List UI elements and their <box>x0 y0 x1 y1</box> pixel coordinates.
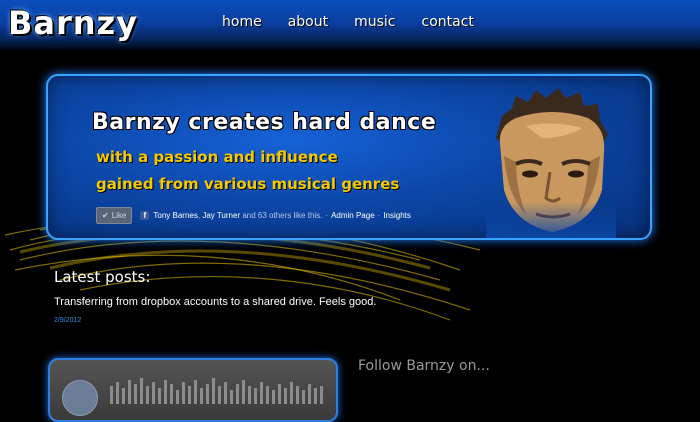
hero-banner: Barnzy creates hard dance with a passion… <box>46 74 652 240</box>
facebook-like-row: ✔ Like f Tony Barnes , Jay Turner and 63… <box>96 207 411 224</box>
admin-page-link[interactable]: Admin Page <box>331 211 375 220</box>
latest-post-date: 2/9/2012 <box>54 317 82 324</box>
artist-portrait-image <box>486 86 616 238</box>
nav-music[interactable]: music <box>354 14 395 30</box>
facebook-others-text: and 63 others like this. <box>242 211 323 220</box>
follow-heading: Follow Barnzy on... <box>358 358 490 374</box>
hero-subtitle-line1: with a passion and influence <box>96 148 338 166</box>
hero-title: Barnzy creates hard dance <box>92 110 437 135</box>
like-button-label: Like <box>111 211 127 220</box>
facebook-icon: f <box>140 211 150 220</box>
facebook-like-button[interactable]: ✔ Like <box>96 207 133 224</box>
site-header: Barnzy home about music contact <box>0 0 700 52</box>
play-button-icon[interactable] <box>62 380 98 416</box>
nav-contact[interactable]: contact <box>422 14 474 30</box>
site-logo[interactable]: Barnzy <box>8 4 138 42</box>
nav-about[interactable]: about <box>288 14 328 30</box>
thumbs-up-icon: ✔ <box>102 211 109 220</box>
music-player-widget[interactable] <box>48 358 338 422</box>
nav-home[interactable]: home <box>222 14 262 30</box>
facebook-friend-2[interactable]: Jay Turner <box>202 211 240 220</box>
main-nav: home about music contact <box>222 14 500 30</box>
hero-subtitle-line2: gained from various musical genres <box>96 175 400 193</box>
facebook-friend-1[interactable]: Tony Barnes <box>153 211 197 220</box>
insights-link[interactable]: Insights <box>383 211 411 220</box>
latest-post-text[interactable]: Transferring from dropbox accounts to a … <box>54 296 376 308</box>
latest-posts-heading: Latest posts: <box>54 268 151 286</box>
